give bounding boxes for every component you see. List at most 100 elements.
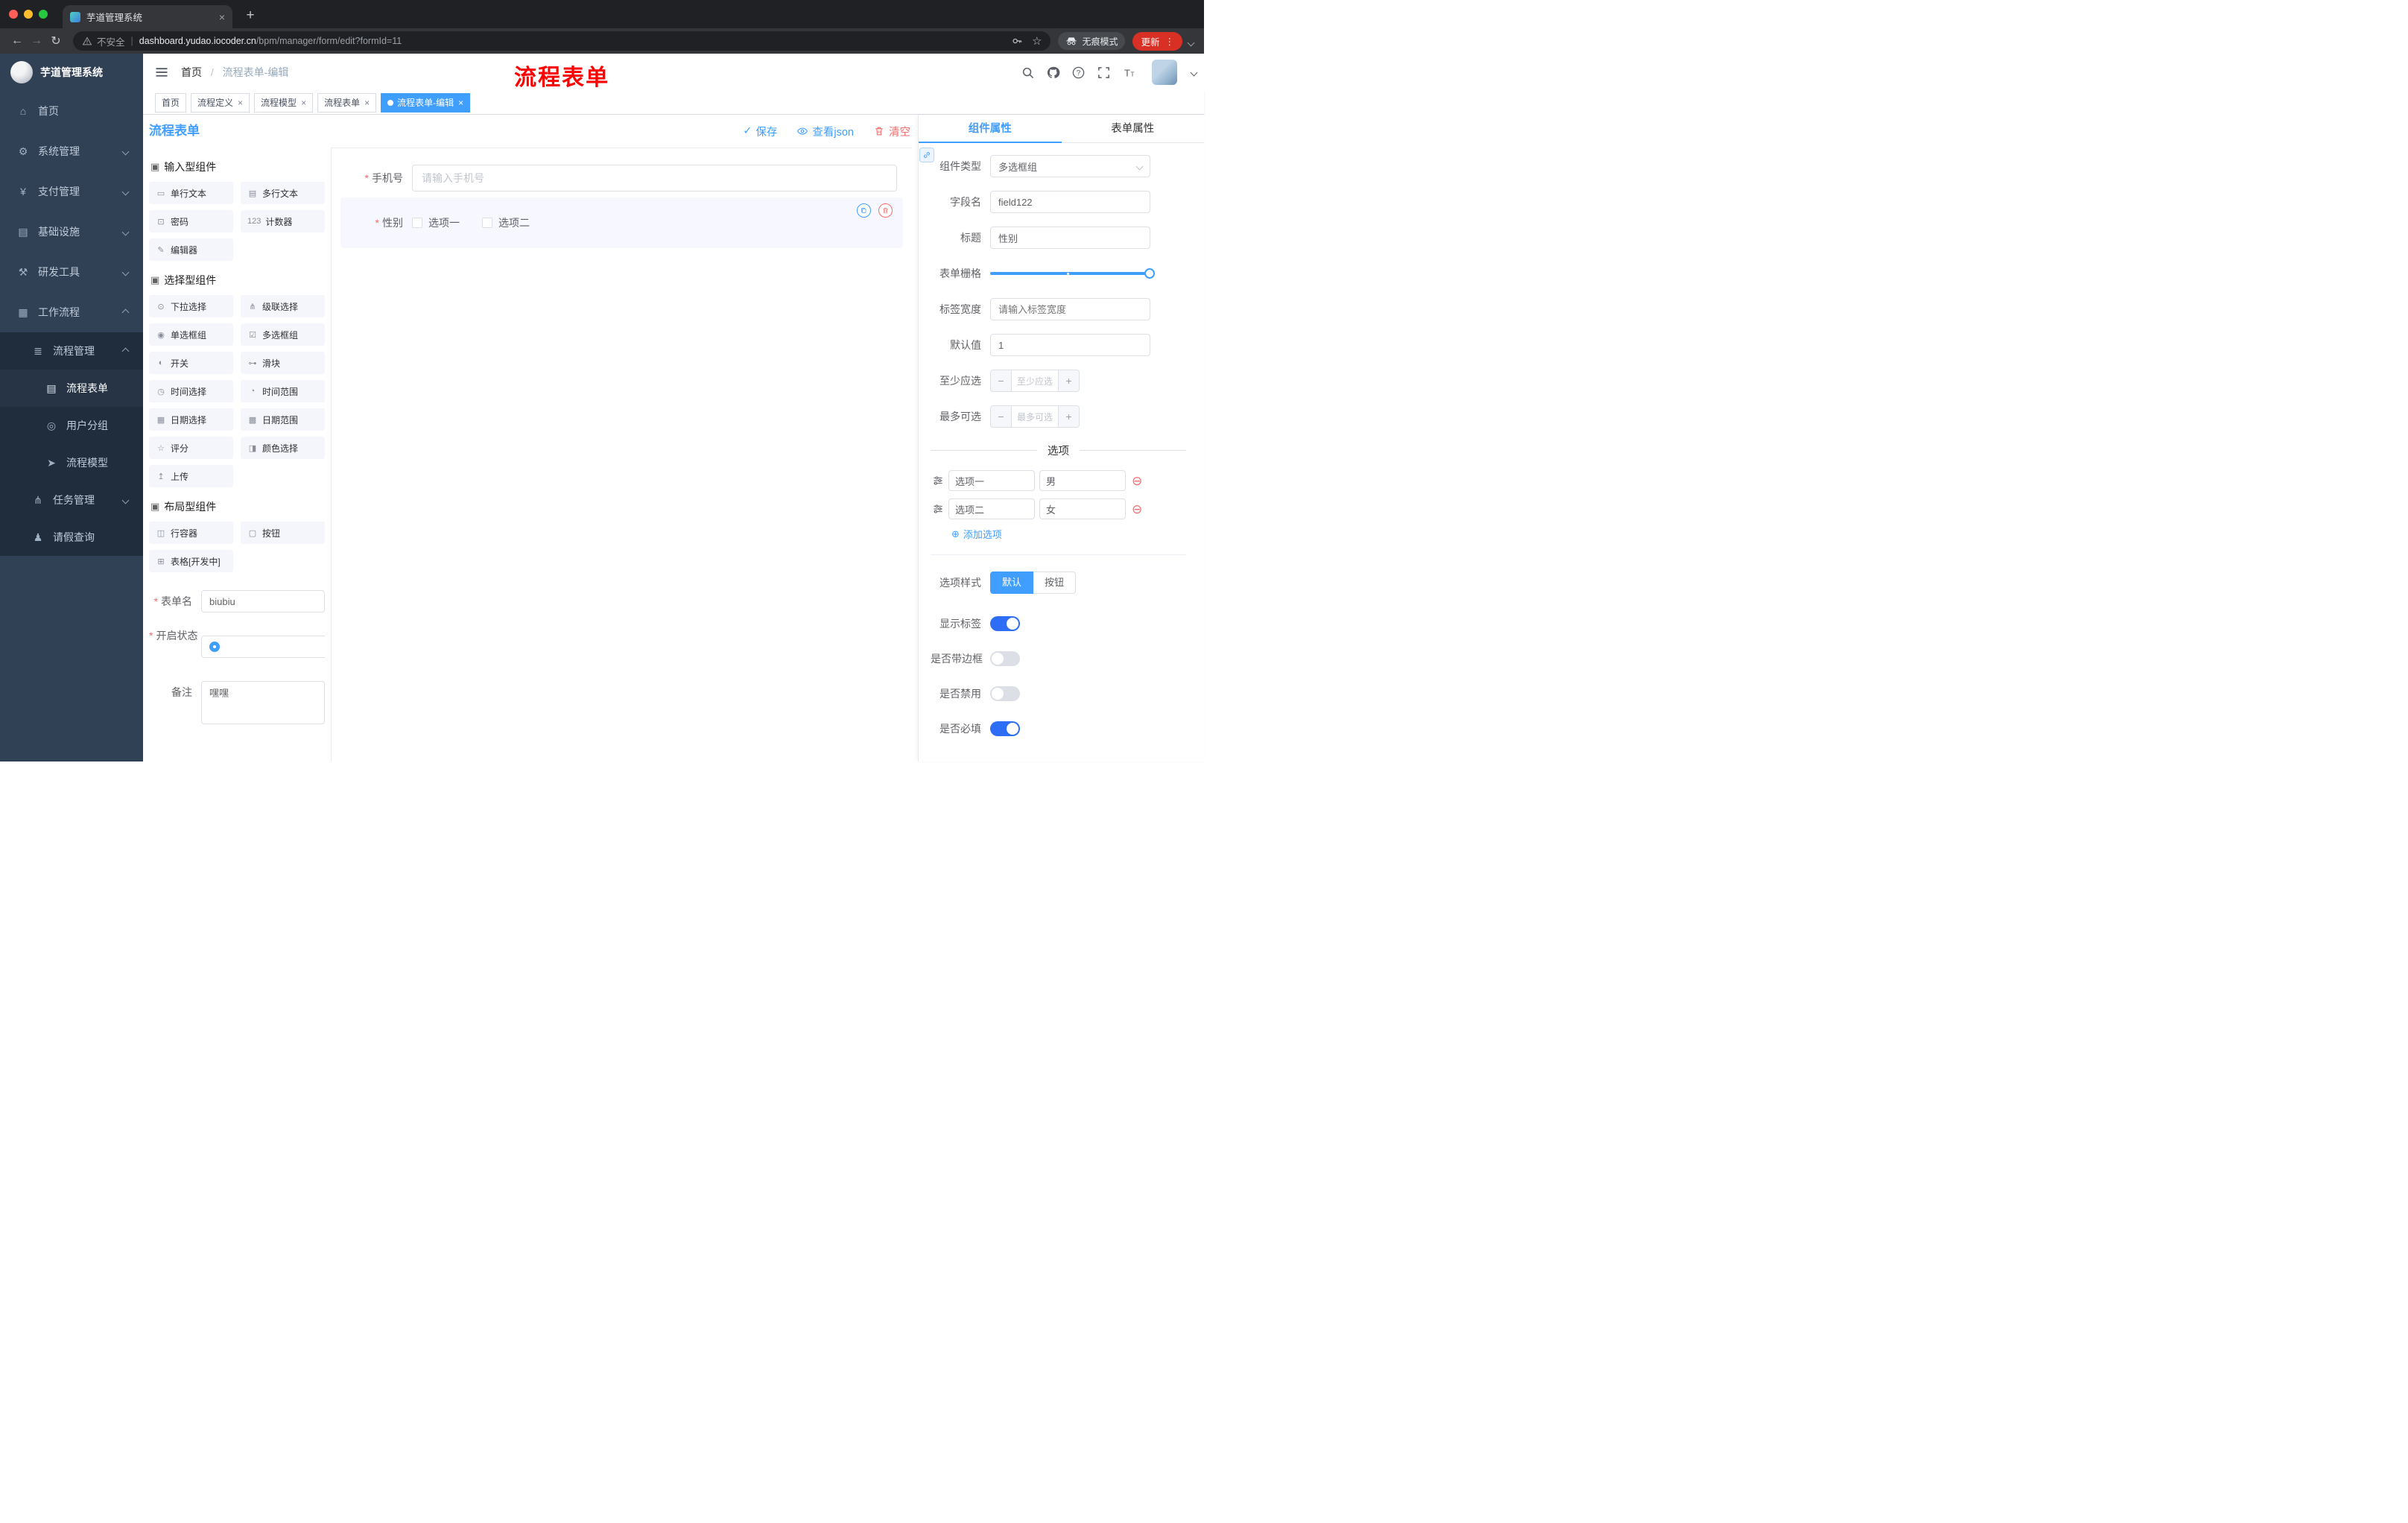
tab-component-props[interactable]: 组件属性 [919,115,1062,143]
minus-button[interactable]: − [991,370,1012,391]
sidebar-item-workflow[interactable]: ▦ 工作流程 [0,292,143,332]
browser-tab[interactable]: 芋道管理系统 × [63,5,232,28]
view-json-button[interactable]: 查看json [796,124,854,139]
sidebar-item-home[interactable]: ⌂ 首页 [0,91,143,131]
remove-option-icon[interactable]: ⊖ [1132,503,1142,516]
hamburger-icon[interactable] [154,65,169,80]
fullscreen-icon[interactable] [1097,66,1111,80]
drag-handle-icon[interactable] [932,503,944,515]
palette-item-time-picker[interactable]: ◷ 时间选择 [149,380,233,402]
palette-item-table[interactable]: ⊞ 表格[开发中] [149,550,233,572]
title-input[interactable] [990,227,1150,249]
plus-button[interactable]: + [1058,406,1079,427]
palette-item-counter[interactable]: 123 计数器 [241,210,325,232]
sidebar-item-leave-query[interactable]: ♟ 请假查询 [0,519,143,556]
user-avatar[interactable] [1152,60,1177,85]
window-zoom-button[interactable] [39,10,48,19]
avatar-chevron-down-icon[interactable] [1190,69,1198,76]
palette-item-button[interactable]: ▢ 按钮 [241,522,325,544]
window-minimize-button[interactable] [24,10,33,19]
tag-close-icon[interactable]: × [238,98,243,108]
kebab-menu-icon[interactable]: ⋮ [1165,36,1175,47]
password-key-icon[interactable] [1011,35,1023,47]
sidebar-item-process-model[interactable]: ➤ 流程模型 [0,444,143,481]
palette-item-password[interactable]: ⊡ 密码 [149,210,233,232]
minus-button[interactable]: − [991,406,1012,427]
min-select-value[interactable]: 至少应选 [1012,370,1058,391]
back-button[interactable]: ← [7,34,27,48]
new-tab-button[interactable]: + [241,7,259,24]
label-width-input[interactable] [990,298,1150,320]
option-2-value-input[interactable] [1039,498,1126,519]
canvas-field-gender-selected[interactable]: 性别 选项一 选项二 [340,197,903,248]
required-toggle[interactable] [990,721,1020,736]
gender-option-2-checkbox[interactable]: 选项二 [482,215,530,230]
forward-button[interactable]: → [27,34,46,48]
slider-handle[interactable] [1144,268,1155,279]
palette-item-color-picker[interactable]: ◨ 颜色选择 [241,437,325,459]
status-on-radio[interactable]: 开启 [201,636,325,658]
copy-field-button[interactable] [857,203,871,218]
breadcrumb-home[interactable]: 首页 [181,66,202,78]
max-select-value[interactable]: 最多可选 [1012,406,1058,427]
form-grid-slider[interactable] [990,262,1155,285]
sidebar-logo[interactable]: 芋道管理系统 [0,54,143,91]
sidebar-item-system[interactable]: ⚙ 系统管理 [0,131,143,171]
field-name-input[interactable] [990,191,1150,213]
tag-home[interactable]: 首页 [155,92,187,113]
delete-field-button[interactable] [878,203,893,218]
sidebar-item-process-form[interactable]: ▤ 流程表单 [0,370,143,407]
form-name-input[interactable] [201,590,325,612]
palette-item-date-picker[interactable]: ▦ 日期选择 [149,408,233,431]
bookmark-star-icon[interactable]: ☆ [1032,34,1042,48]
github-icon[interactable] [1046,66,1060,80]
palette-item-slider[interactable]: ⊶ 滑块 [241,352,325,374]
sidebar-item-process-manage[interactable]: ≣ 流程管理 [0,332,143,370]
help-icon[interactable] [1071,66,1086,80]
drag-handle-icon[interactable] [932,475,944,487]
tag-close-icon[interactable]: × [301,98,306,108]
palette-item-select[interactable]: ⊙ 下拉选择 [149,295,233,317]
palette-item-editor[interactable]: ✎ 编辑器 [149,238,233,261]
save-button[interactable]: ✓ 保存 [743,124,777,139]
sidebar-item-infra[interactable]: ▤ 基础设施 [0,212,143,252]
palette-item-rate[interactable]: ☆ 评分 [149,437,233,459]
tag-close-icon[interactable]: × [458,98,463,108]
canvas-field-phone[interactable]: 手机号 [340,165,903,191]
add-option-button[interactable]: ⊕ 添加选项 [951,527,1186,541]
tag-close-icon[interactable]: × [364,98,370,108]
tag-process-form-edit[interactable]: 流程表单-编辑 × [381,92,471,113]
sidebar-item-user-group[interactable]: ◎ 用户分组 [0,407,143,444]
tag-process-definition[interactable]: 流程定义 × [191,92,250,113]
palette-item-multi-text[interactable]: ▤ 多行文本 [241,182,325,204]
gender-option-1-checkbox[interactable]: 选项一 [412,215,460,230]
disabled-toggle[interactable] [990,686,1020,701]
palette-item-row-container[interactable]: ◫ 行容器 [149,522,233,544]
palette-item-switch[interactable]: ◐ 开关 [149,352,233,374]
remove-option-icon[interactable]: ⊖ [1132,475,1142,487]
default-value-input[interactable] [990,334,1150,356]
palette-item-time-range[interactable]: ◔ 时间范围 [241,380,325,402]
tag-process-form[interactable]: 流程表单 × [317,92,377,113]
address-bar[interactable]: 不安全 | dashboard.yudao.iocoder.cn /bpm/ma… [73,31,1051,51]
text-size-icon[interactable] [1122,66,1136,80]
palette-item-upload[interactable]: ↥ 上传 [149,465,233,487]
form-remark-textarea[interactable]: 嘿嘿 [201,681,325,724]
browser-update-button[interactable]: 更新 ⋮ [1132,31,1182,51]
border-toggle[interactable] [990,651,1020,666]
search-icon[interactable] [1021,66,1035,80]
tag-process-model[interactable]: 流程模型 × [254,92,314,113]
phone-field-input[interactable] [412,165,897,191]
sidebar-item-devtools[interactable]: ⚒ 研发工具 [0,252,143,292]
show-label-toggle[interactable] [990,616,1020,631]
option-1-value-input[interactable] [1039,470,1126,491]
toolbar-chevron-down-icon[interactable] [1187,39,1195,46]
tab-form-props[interactable]: 表单属性 [1062,115,1205,142]
sidebar-item-task-manage[interactable]: ⋔ 任务管理 [0,481,143,519]
link-field-button[interactable] [919,148,934,162]
component-type-select[interactable]: 多选框组 [990,155,1150,177]
style-button-button[interactable]: 按钮 [1033,571,1077,594]
reload-button[interactable]: ↻ [46,34,66,48]
tab-close-icon[interactable]: × [219,12,225,22]
plus-button[interactable]: + [1058,370,1079,391]
